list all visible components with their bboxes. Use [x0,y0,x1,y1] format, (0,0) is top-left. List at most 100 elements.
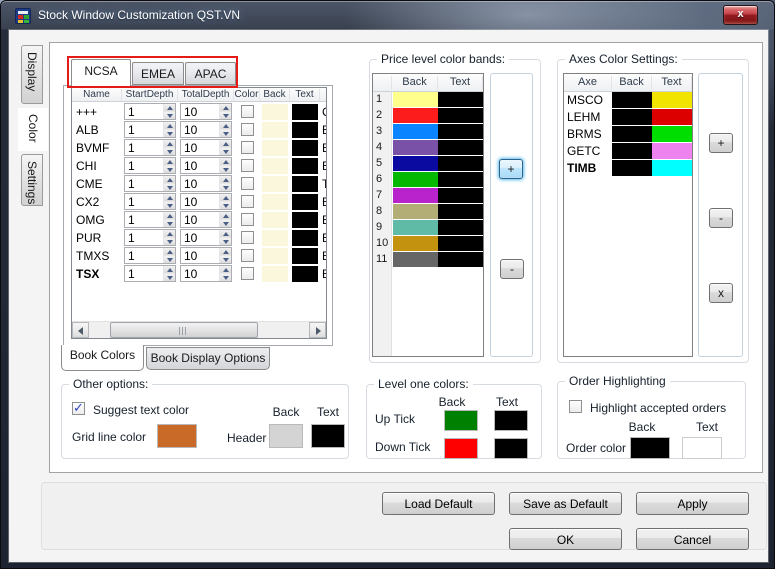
order-back-swatch[interactable] [630,437,670,459]
color-checkbox[interactable] [241,105,254,118]
text-color-swatch[interactable] [292,104,318,120]
color-checkbox[interactable] [241,195,254,208]
band-back-swatch[interactable] [393,92,438,107]
total-depth-spinner[interactable]: 10 [180,121,232,138]
band-text-swatch[interactable] [438,236,483,251]
spinner-arrows[interactable] [163,140,175,155]
back-color-swatch[interactable] [262,212,288,228]
close-button[interactable]: x [723,5,758,25]
color-checkbox[interactable] [241,159,254,172]
band-back-swatch[interactable] [393,220,438,235]
spinner-arrows[interactable] [163,122,175,137]
header-back-swatch[interactable] [269,424,303,448]
spinner-up-icon[interactable] [220,194,231,201]
text-color-swatch[interactable] [292,194,318,210]
spinner-up-icon[interactable] [220,140,231,147]
spinner-arrows[interactable] [219,176,231,191]
axe-back-swatch[interactable] [612,92,652,108]
down-tick-back-swatch[interactable] [444,438,478,459]
spinner-down-icon[interactable] [220,165,231,173]
color-checkbox[interactable] [241,231,254,244]
start-depth-spinner[interactable]: 1 [124,121,176,138]
band-back-swatch[interactable] [393,156,438,171]
spinner-down-icon[interactable] [164,111,175,119]
delete-axe-button[interactable]: x [709,283,733,303]
column-header-startdepth[interactable]: StartDepth [122,89,178,101]
total-depth-spinner[interactable]: 10 [180,229,232,246]
spinner-up-icon[interactable] [164,104,175,111]
suggest-text-color-checkbox[interactable] [72,400,85,416]
spinner-down-icon[interactable] [220,255,231,263]
spinner-down-icon[interactable] [164,219,175,227]
spinner-down-icon[interactable] [164,273,175,281]
column-header-band-back[interactable]: Back [392,76,438,90]
color-checkbox[interactable] [241,249,254,262]
band-text-swatch[interactable] [438,92,483,107]
column-header-text[interactable]: Text [290,89,320,101]
band-text-swatch[interactable] [438,172,483,187]
spinner-down-icon[interactable] [220,147,231,155]
total-depth-spinner[interactable]: 10 [180,139,232,156]
tab-book-colors[interactable]: Book Colors [61,345,144,371]
remove-band-button[interactable]: - [500,259,524,279]
back-color-swatch[interactable] [262,176,288,192]
scrollbar-thumb[interactable] [110,322,258,338]
spinner-down-icon[interactable] [220,219,231,227]
spinner-arrows[interactable] [163,230,175,245]
spinner-down-icon[interactable] [164,201,175,209]
spinner-up-icon[interactable] [164,248,175,255]
band-back-swatch[interactable] [393,252,438,267]
load-default-button[interactable]: Load Default [382,492,495,515]
color-checkbox[interactable] [241,141,254,154]
spinner-up-icon[interactable] [164,122,175,129]
apply-button[interactable]: Apply [636,492,749,515]
spinner-arrows[interactable] [219,230,231,245]
spinner-up-icon[interactable] [164,158,175,165]
text-color-swatch[interactable] [292,230,318,246]
tab-display[interactable]: Display [21,45,43,104]
band-text-swatch[interactable] [438,124,483,139]
back-color-swatch[interactable] [262,104,288,120]
spinner-arrows[interactable] [163,266,175,281]
axe-back-swatch[interactable] [612,143,652,159]
tab-ncsa[interactable]: NCSA [71,59,131,86]
total-depth-spinner[interactable]: 10 [180,211,232,228]
color-checkbox[interactable] [241,213,254,226]
text-color-swatch[interactable] [292,158,318,174]
column-header-band-text[interactable]: Text [438,76,483,90]
start-depth-spinner[interactable]: 1 [124,247,176,264]
ok-button[interactable]: OK [509,528,622,550]
tab-color[interactable]: Color [18,108,48,151]
axe-text-swatch[interactable] [652,109,692,125]
spinner-down-icon[interactable] [164,255,175,263]
band-text-swatch[interactable] [438,252,483,267]
start-depth-spinner[interactable]: 1 [124,157,176,174]
back-color-swatch[interactable] [262,158,288,174]
spinner-down-icon[interactable] [164,165,175,173]
spinner-down-icon[interactable] [220,237,231,245]
spinner-up-icon[interactable] [220,176,231,183]
spinner-arrows[interactable] [163,194,175,209]
add-band-button[interactable]: + [499,159,523,179]
band-back-swatch[interactable] [393,108,438,123]
tab-apac[interactable]: APAC [185,62,236,85]
back-color-swatch[interactable] [262,122,288,138]
spinner-down-icon[interactable] [220,201,231,209]
axe-back-swatch[interactable] [612,160,652,176]
spinner-down-icon[interactable] [220,183,231,191]
total-depth-spinner[interactable]: 10 [180,103,232,120]
start-depth-spinner[interactable]: 1 [124,229,176,246]
header-text-swatch[interactable] [311,424,345,448]
spinner-up-icon[interactable] [164,194,175,201]
spinner-arrows[interactable] [219,212,231,227]
back-color-swatch[interactable] [262,248,288,264]
spinner-down-icon[interactable] [164,147,175,155]
band-back-swatch[interactable] [393,172,438,187]
up-tick-text-swatch[interactable] [494,410,528,431]
band-back-swatch[interactable] [393,124,438,139]
back-color-swatch[interactable] [262,194,288,210]
text-color-swatch[interactable] [292,140,318,156]
total-depth-spinner[interactable]: 10 [180,157,232,174]
add-axe-button[interactable]: + [709,133,733,153]
total-depth-spinner[interactable]: 10 [180,265,232,282]
